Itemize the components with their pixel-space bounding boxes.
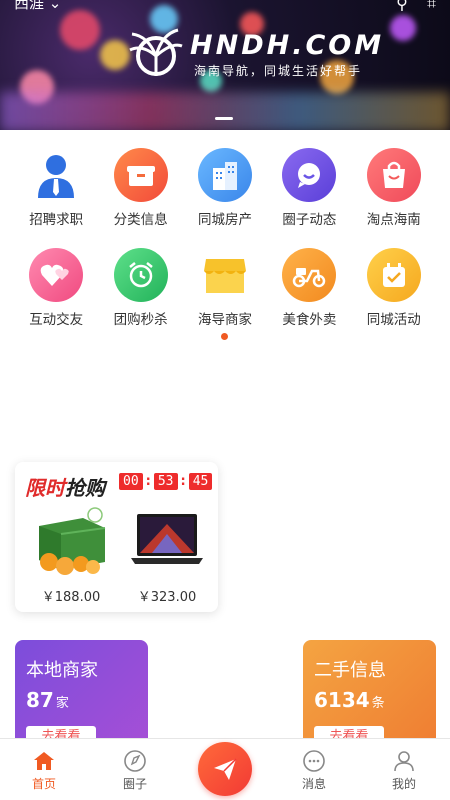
- tab-label: 我的: [391, 777, 416, 791]
- grid-item-classified[interactable]: 分类信息: [105, 148, 177, 228]
- light-streak: [0, 92, 450, 130]
- flash-sale-title-dark: 抢购: [65, 476, 105, 500]
- grid-item-label: 分类信息: [113, 212, 168, 228]
- oranges-box-image: [31, 504, 111, 576]
- tab-label: 消息: [301, 777, 326, 791]
- countdown-minutes: 53: [153, 473, 178, 490]
- grid-item-food[interactable]: 美食外卖: [273, 248, 345, 328]
- card-count-value: 6134: [314, 688, 370, 712]
- tab-circle[interactable]: 圈子: [105, 749, 165, 792]
- countdown-hours: 00: [119, 473, 143, 490]
- tab-mine[interactable]: 我的: [374, 749, 434, 792]
- storefront-icon: [198, 248, 252, 302]
- flash-sale-card[interactable]: 限时抢购 00 : 53 : 45 ￥188.00 ￥323.00: [15, 462, 218, 612]
- product-oranges[interactable]: ￥188.00: [27, 504, 115, 605]
- gift-calendar-icon: [366, 248, 421, 302]
- search-icon[interactable]: ⚲: [396, 0, 408, 13]
- bokeh-light: [100, 40, 130, 70]
- tab-label: 圈子: [122, 777, 147, 791]
- tab-messages[interactable]: 消息: [284, 749, 344, 792]
- grid-item-label: 同城活动: [366, 312, 421, 328]
- logo-slogan: 海南导航，同城生活好帮手: [194, 64, 363, 78]
- banner-carousel[interactable]: 西涯 ⌄ ⚲ ⌗ HNDH.COM 海南导航，同城生活好帮手: [0, 0, 450, 130]
- grid-item-label: 淘点海南: [366, 212, 421, 228]
- grid-item-label: 圈子动态: [282, 212, 337, 228]
- grid-row: 招聘求职 分类信息 同城房产 圈子动态 淘点海南: [0, 148, 450, 228]
- app-screen: 西涯 ⌄ ⚲ ⌗ HNDH.COM 海南导航，同城生活好帮手 招聘求职 分类信息…: [0, 0, 450, 800]
- grid-item-groupbuy[interactable]: 团购秒杀: [105, 248, 177, 328]
- flash-sale-title-red: 限时: [25, 476, 65, 500]
- recruit-person-icon: [29, 148, 83, 202]
- paper-plane-icon: [214, 758, 237, 780]
- card-title: 二手信息: [314, 660, 386, 681]
- grid-item-taodian[interactable]: 淘点海南: [358, 148, 430, 228]
- compass-icon: [124, 750, 146, 772]
- bokeh-light: [60, 10, 100, 50]
- grid-item-dating[interactable]: 互动交友: [20, 248, 92, 328]
- grid-row: 互动交友 团购秒杀 海导商家 美食外卖 同城活动: [0, 248, 450, 328]
- grid-item-events[interactable]: 同城活动: [358, 248, 430, 328]
- site-logo: HNDH.COM 海南导航，同城生活好帮手: [128, 26, 428, 86]
- card-count: 87 家: [26, 688, 69, 712]
- building-icon: [197, 148, 252, 202]
- home-icon: [34, 752, 54, 770]
- laptop-image: [127, 504, 207, 576]
- scooter-icon: [282, 248, 337, 302]
- carousel-indicator: [215, 117, 233, 120]
- grid-item-label: 互动交友: [29, 312, 84, 328]
- location-selector[interactable]: 西涯 ⌄: [14, 0, 61, 13]
- palm-logo-icon: [129, 28, 183, 76]
- alarm-clock-icon: [113, 248, 168, 302]
- bottom-tab-bar: 首页 圈子 消息 我的: [0, 738, 450, 800]
- logo-text: HNDH.COM: [190, 30, 385, 61]
- hearts-icon: [29, 248, 84, 302]
- grid-item-label: 团购秒杀: [113, 312, 168, 328]
- grid-item-label: 美食外卖: [282, 312, 337, 328]
- location-label: 西涯: [14, 0, 45, 12]
- grid-item-label: 海导商家: [197, 312, 252, 328]
- local-merchants-card[interactable]: 本地商家 87 家 去看看: [15, 640, 148, 750]
- chevron-down-icon: ⌄: [48, 0, 62, 12]
- scan-icon[interactable]: ⌗: [427, 0, 436, 13]
- product-price: ￥323.00: [137, 590, 197, 605]
- tab-home[interactable]: 首页: [14, 749, 74, 792]
- user-icon: [394, 751, 414, 772]
- countdown-seconds: 45: [188, 473, 213, 490]
- shopping-bag-icon: [366, 148, 421, 202]
- top-actions: ⚲ ⌗: [396, 0, 436, 14]
- message-icon: [303, 750, 325, 772]
- tab-label: 首页: [31, 777, 56, 791]
- grid-item-circle-feed[interactable]: 圈子动态: [273, 148, 345, 228]
- product-laptop[interactable]: ￥323.00: [123, 504, 211, 605]
- grid-page-indicator: [221, 333, 228, 340]
- card-title: 本地商家: [26, 660, 98, 681]
- publish-button[interactable]: [198, 742, 252, 796]
- grid-item-recruit[interactable]: 招聘求职: [20, 148, 92, 228]
- grid-item-label: 招聘求职: [29, 212, 84, 228]
- grid-item-label: 同城房产: [197, 212, 252, 228]
- category-box-icon: [113, 148, 168, 202]
- card-count-unit: 条: [371, 696, 385, 711]
- second-hand-card[interactable]: 二手信息 6134 条 去看看: [303, 640, 436, 750]
- grid-item-merchants[interactable]: 海导商家: [189, 248, 261, 328]
- service-grid: 招聘求职 分类信息 同城房产 圈子动态 淘点海南 互动交友 团购秒杀 海导商家 …: [0, 148, 450, 328]
- grid-item-realestate[interactable]: 同城房产: [189, 148, 261, 228]
- chat-bubble-icon: [282, 148, 337, 202]
- card-count-unit: 家: [55, 696, 69, 711]
- card-count-value: 87: [26, 688, 54, 712]
- countdown-timer: 00 : 53 : 45: [119, 473, 213, 490]
- product-price: ￥188.00: [41, 590, 101, 605]
- flash-sale-title: 限时抢购: [25, 472, 105, 501]
- card-count: 6134 条: [314, 688, 385, 712]
